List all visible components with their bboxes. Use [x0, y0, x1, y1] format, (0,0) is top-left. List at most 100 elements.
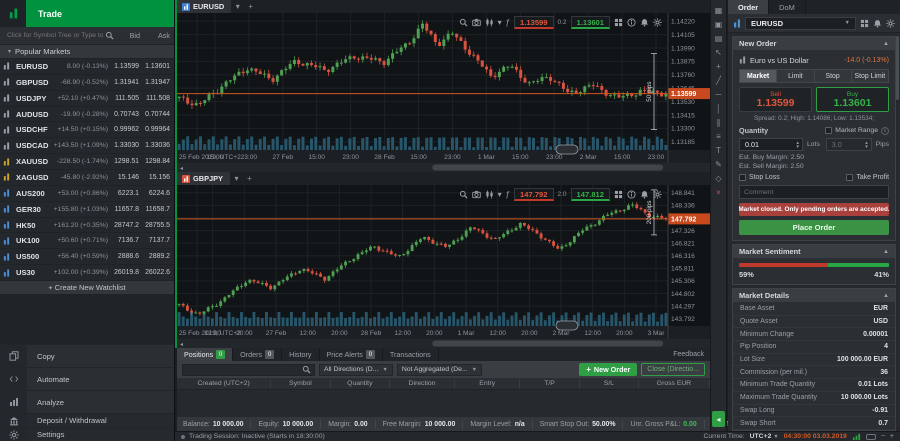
tab-dom[interactable]: DoM	[769, 0, 806, 14]
dock-search-box[interactable]	[182, 364, 315, 376]
indicators-icon[interactable]: ƒ	[506, 190, 510, 199]
text-tool-icon[interactable]: T	[712, 143, 725, 157]
search-icon[interactable]	[105, 31, 114, 40]
chart-info-icon[interactable]	[627, 190, 636, 199]
chart-settings-icon[interactable]	[653, 18, 662, 27]
snapshot-icon[interactable]	[472, 190, 481, 199]
aggregation-filter-dropdown[interactable]: Not Aggregated (De...▼	[397, 364, 482, 376]
cursor-icon[interactable]: ↖	[712, 45, 725, 59]
close-positions-button[interactable]: Close (Directio...	[641, 363, 705, 376]
take-profit-checkbox[interactable]	[846, 174, 853, 181]
column-header[interactable]: Symbol	[271, 380, 330, 388]
symbol-selector[interactable]: EURUSD ▼	[745, 17, 856, 30]
watchlist-row-eurusd[interactable]: EURUSD 8.00 (-0.13%) 1.13599 1.13601	[0, 59, 174, 75]
zoom-icon[interactable]	[459, 18, 468, 27]
sidebar-item-settings[interactable]: Settings	[0, 427, 174, 441]
tab-price-alerts[interactable]: Price Alerts0	[320, 348, 383, 361]
chartshot-icon[interactable]: ▣	[712, 17, 725, 31]
timezone-selector[interactable]: UTC+2 ▼	[750, 433, 779, 440]
order-type-market[interactable]: Market	[740, 70, 777, 82]
new-chart-button[interactable]: +	[243, 172, 256, 185]
order-type-stop[interactable]: Stop	[815, 70, 852, 82]
direction-filter-dropdown[interactable]: All Directions (D...▼	[319, 364, 393, 376]
chart-tab-gbpjpy[interactable]: GBPJPY	[177, 172, 230, 185]
trend-line-icon[interactable]: ╱	[712, 73, 725, 87]
quantity-stepper[interactable]: 0.01 ▲▼	[739, 138, 803, 151]
tab-order[interactable]: Order	[728, 0, 769, 14]
place-order-button[interactable]: Place Order	[739, 220, 889, 235]
column-header[interactable]: Created (UTC+2)	[177, 380, 271, 388]
order-type-limit[interactable]: Limit	[777, 70, 814, 82]
new-chart-button[interactable]: +	[244, 0, 257, 13]
watchlist-row-ger30[interactable]: GER30 +155.80 (+1.03%) 11657.8 11658.7	[0, 202, 174, 218]
tab-history[interactable]: History	[282, 348, 319, 361]
chart-settings-icon[interactable]	[653, 190, 662, 199]
order-type-stop-limit[interactable]: Stop Limit	[852, 70, 888, 82]
toolbar-buy-price[interactable]: 147.812	[571, 188, 610, 201]
chart-type-icon[interactable]	[485, 18, 494, 27]
panel-collapse-icon[interactable]: ◂	[712, 411, 725, 427]
chart-layout-icon[interactable]	[614, 18, 623, 27]
chart-layout-icon[interactable]	[614, 190, 623, 199]
price-chart-eurusd[interactable]: 25 Feb 2019, UTC+215:0023:0027 Feb15:002…	[177, 13, 710, 172]
horizontal-line-icon[interactable]: ─	[712, 87, 725, 101]
new-order-button[interactable]: + New Order	[579, 363, 637, 376]
watchlist-row-usdjpy[interactable]: USDJPY +52.10 (+0.47%) 111.505 111.508	[0, 91, 174, 107]
timeframe-icon[interactable]: ▾	[498, 190, 502, 199]
chart-tab-menu-icon[interactable]: ▾	[230, 172, 243, 185]
column-header[interactable]: Entry	[455, 380, 520, 388]
dock-search-input[interactable]	[186, 365, 302, 374]
templates-icon[interactable]: ▤	[712, 31, 725, 45]
snapshot-icon[interactable]	[472, 18, 481, 27]
comment-input[interactable]	[739, 185, 889, 199]
symbol-search-input[interactable]	[5, 31, 105, 40]
toolbar-sell-price[interactable]: 1.13599	[514, 16, 553, 29]
indicators-icon[interactable]: ƒ	[506, 18, 510, 27]
watchlist-row-aus200[interactable]: AUS200 +53.00 (+0.86%) 6223.1 6224.6	[0, 186, 174, 202]
sidebar-item-deposit-withdrawal[interactable]: Deposit / Withdrawal	[0, 413, 174, 427]
buy-button[interactable]: Buy 1.13601	[816, 87, 889, 112]
column-header[interactable]: T/P	[520, 380, 579, 388]
watchlist-row-xauusd[interactable]: XAUUSD -228.50 (-1.74%) 1298.51 1298.84	[0, 154, 174, 170]
collapse-icon[interactable]: ▲	[883, 293, 889, 299]
scrollbar[interactable]	[896, 36, 899, 100]
market-range-stepper[interactable]: 3.0 ▲▼	[826, 138, 872, 151]
sidebar-item-automate[interactable]: Automate	[0, 367, 174, 390]
timeframe-icon[interactable]: ▾	[498, 18, 502, 27]
zoom-out-button[interactable]: −	[881, 433, 885, 440]
sidebar-item-copy[interactable]: Copy	[0, 344, 174, 367]
delete-drawings-icon[interactable]: ×	[712, 185, 725, 199]
feedback-link[interactable]: Feedback	[667, 348, 710, 361]
chart-alerts-icon[interactable]	[640, 190, 649, 199]
column-header[interactable]: Direction	[390, 380, 455, 388]
toolbar-sell-price[interactable]: 147.792	[514, 188, 553, 201]
fibonacci-icon[interactable]: ≡	[712, 129, 725, 143]
tab-orders[interactable]: Orders0	[233, 348, 282, 361]
toolbar-buy-price[interactable]: 1.13601	[571, 16, 610, 29]
zoom-in-button[interactable]: +	[890, 433, 894, 440]
watchlist-row-xagusd[interactable]: XAGUSD -45.80 (-2.92%) 15.146 15.156	[0, 170, 174, 186]
watchlist-row-usdcad[interactable]: USDCAD +143.50 (+1.09%) 1.33030 1.33036	[0, 138, 174, 154]
watchlist-group-header[interactable]: ▾ Popular Markets	[0, 45, 174, 59]
column-header[interactable]: Gross EUR	[639, 380, 710, 388]
chart-alerts-icon[interactable]	[640, 18, 649, 27]
column-header[interactable]: S/L	[580, 380, 639, 388]
chart-info-icon[interactable]	[627, 18, 636, 27]
chart-type-icon[interactable]	[485, 190, 494, 199]
watchlist-row-audusd[interactable]: AUDUSD -19.90 (-0.28%) 0.70743 0.70744	[0, 107, 174, 123]
zoom-icon[interactable]	[459, 190, 468, 199]
column-header[interactable]: Quantity	[331, 380, 390, 388]
watchlist-row-us30[interactable]: US30 +102.00 (+0.39%) 26019.8 26022.6	[0, 265, 174, 281]
layout-grid-icon[interactable]: ▦	[712, 3, 725, 17]
crosshair-icon[interactable]: +	[712, 59, 725, 73]
collapse-icon[interactable]: ▲	[883, 41, 889, 47]
price-chart-gbpjpy[interactable]: 25 Feb 2019, UTC+212:0020:0027 Feb12:002…	[177, 185, 710, 348]
market-range-checkbox[interactable]	[825, 127, 832, 134]
sell-button[interactable]: Sell 1.13599	[739, 87, 812, 112]
tab-positions[interactable]: Positions0	[177, 348, 233, 361]
vertical-line-icon[interactable]: │	[712, 101, 725, 115]
channel-icon[interactable]: ∥	[712, 115, 725, 129]
chart-tab-eurusd[interactable]: EURUSD	[177, 0, 231, 13]
watchlist-row-usdchf[interactable]: USDCHF +14.50 (+0.15%) 0.99962 0.99964	[0, 122, 174, 138]
dom-icon[interactable]	[860, 19, 869, 28]
